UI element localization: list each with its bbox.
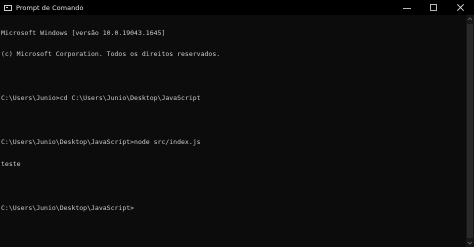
chevron-down-icon: [467, 241, 473, 245]
close-icon: [457, 4, 464, 11]
console-prompt-line: C:\Users\Junio\Desktop\JavaScript>: [1, 203, 135, 212]
console-line: C:\Users\Junio>cd C:\Users\Junio\Desktop…: [1, 94, 201, 103]
command-prompt-window: Prompt de Comando Microsoft Windows [ver…: [0, 0, 474, 247]
console-line: (c) Microsoft Corporation. Todos os dire…: [1, 50, 221, 59]
close-button[interactable]: [447, 0, 474, 15]
console-line: C:\Users\Junio\Desktop\JavaScript>node s…: [1, 138, 201, 147]
console-output[interactable]: Microsoft Windows [versão 10.0.19043.164…: [0, 15, 466, 247]
console-line: Microsoft Windows [versão 10.0.19043.164…: [1, 28, 166, 37]
maximize-button[interactable]: [420, 0, 447, 15]
vertical-scrollbar[interactable]: [466, 15, 474, 247]
window-controls: [393, 0, 474, 15]
console-line: teste: [1, 159, 21, 168]
scroll-down-button[interactable]: [466, 239, 474, 247]
maximize-icon: [430, 4, 437, 11]
minimize-button[interactable]: [393, 0, 420, 15]
title-bar[interactable]: Prompt de Comando: [0, 0, 474, 15]
chevron-up-icon: [467, 17, 473, 21]
console-icon[interactable]: [4, 4, 12, 11]
minimize-icon: [402, 7, 411, 9]
scrollbar-thumb[interactable]: [467, 24, 473, 238]
scroll-up-button[interactable]: [466, 15, 474, 23]
window-title: Prompt de Comando: [16, 3, 84, 12]
